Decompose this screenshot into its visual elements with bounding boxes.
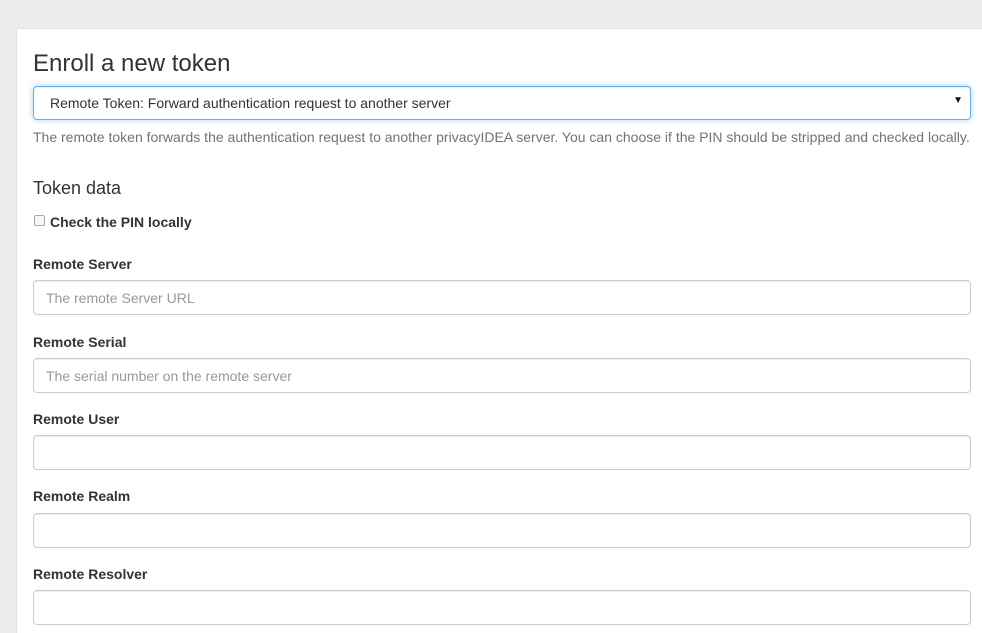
- token-type-select[interactable]: Remote Token: Forward authentication req…: [33, 86, 971, 120]
- remote-resolver-input[interactable]: [33, 590, 971, 625]
- remote-serial-input[interactable]: [33, 358, 971, 393]
- caret-down-icon: ▼: [953, 95, 963, 106]
- remote-server-label: Remote Server: [33, 256, 132, 272]
- remote-user-label: Remote User: [33, 411, 120, 427]
- page-title: Enroll a new token: [33, 50, 231, 77]
- check-pin-checkbox[interactable]: [34, 215, 45, 226]
- remote-realm-label: Remote Realm: [33, 488, 131, 504]
- remote-realm-input[interactable]: [33, 513, 971, 548]
- token-type-description: The remote token forwards the authentica…: [33, 129, 970, 145]
- remote-resolver-label: Remote Resolver: [33, 566, 148, 582]
- check-pin-label[interactable]: Check the PIN locally: [50, 214, 192, 230]
- remote-user-input[interactable]: [33, 435, 971, 470]
- remote-serial-label: Remote Serial: [33, 334, 127, 350]
- enroll-token-panel: Enroll a new token Remote Token: Forward…: [16, 28, 982, 633]
- token-type-selected-value: Remote Token: Forward authentication req…: [50, 95, 451, 111]
- remote-server-input[interactable]: [33, 280, 971, 315]
- token-data-heading: Token data: [33, 178, 122, 198]
